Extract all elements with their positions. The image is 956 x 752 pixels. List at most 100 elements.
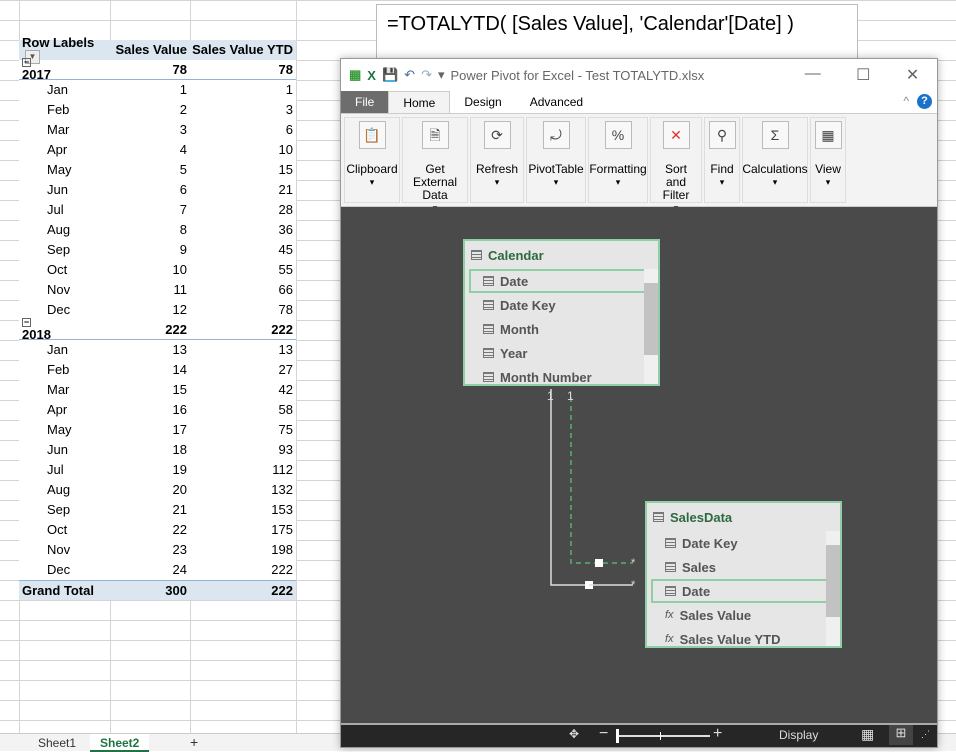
table-header[interactable]: SalesData <box>647 503 840 531</box>
month-row[interactable]: Jun 18 93 <box>19 440 296 460</box>
month-row[interactable]: Sep 9 45 <box>19 240 296 260</box>
month-row[interactable]: Jan 1 1 <box>19 80 296 100</box>
column-icon <box>483 372 494 382</box>
zoom-slider[interactable] <box>616 729 710 743</box>
dropdown-arrow-icon: ▾ <box>825 177 831 187</box>
month-row[interactable]: Mar 3 6 <box>19 120 296 140</box>
scrollbar[interactable] <box>644 269 658 384</box>
fit-to-screen-icon[interactable]: ✥ <box>569 727 579 741</box>
ribbon-button-refresh[interactable]: ⟳ Refresh ▾ <box>470 117 524 203</box>
field-date[interactable]: Date <box>469 269 654 293</box>
table-name: SalesData <box>670 509 733 525</box>
sheet-tab-sheet1[interactable]: Sheet1 <box>28 734 86 752</box>
month-row[interactable]: Oct 10 55 <box>19 260 296 280</box>
row-label: Feb <box>47 102 70 117</box>
ribbon-button-pivottable[interactable]: ⤾ PivotTable ▾ <box>526 117 586 203</box>
field-month-number[interactable]: Month Number <box>465 365 658 385</box>
month-row[interactable]: Mar 15 42 <box>19 380 296 400</box>
month-row[interactable]: Jul 19 112 <box>19 460 296 480</box>
month-row[interactable]: Sep 21 153 <box>19 500 296 520</box>
sales-value-ytd: 153 <box>271 502 293 517</box>
month-row[interactable]: Aug 8 36 <box>19 220 296 240</box>
field-name: Month Number <box>500 369 592 385</box>
scrollbar[interactable] <box>826 531 840 646</box>
zoom-out-button[interactable]: − <box>599 725 608 743</box>
undo-icon[interactable]: ↶ <box>404 67 415 83</box>
status-bar: ✥ − + Display ▦ ⊞ ⋰ <box>341 723 937 747</box>
collapse-ribbon-icon[interactable]: ^ <box>903 94 909 108</box>
field-year[interactable]: Year <box>465 341 658 365</box>
field-sales[interactable]: Sales <box>647 555 840 579</box>
month-row[interactable]: Aug 20 132 <box>19 480 296 500</box>
binoculars-icon: ⚲ <box>708 121 736 149</box>
year-row[interactable]: −2017 78 78 <box>19 57 296 82</box>
tab-home[interactable]: Home <box>388 91 451 113</box>
customize-toolbar-icon[interactable]: ▾ <box>438 67 445 83</box>
diagram-view-icon[interactable]: ⊞ <box>889 725 913 745</box>
year-row[interactable]: −2018 222 222 <box>19 317 296 342</box>
collapse-icon[interactable]: − <box>22 317 31 327</box>
ribbon-label: Clipboard <box>346 162 398 176</box>
month-row[interactable]: Dec 24 222 <box>19 560 296 580</box>
save-icon[interactable]: 💾 <box>382 67 398 83</box>
month-row[interactable]: Nov 23 198 <box>19 540 296 560</box>
field-date-key[interactable]: Date Key <box>465 293 658 317</box>
tab-design[interactable]: Design <box>450 91 515 113</box>
tab-file[interactable]: File <box>341 91 389 113</box>
add-sheet-button[interactable]: + <box>180 734 208 752</box>
salesdata-table[interactable]: SalesData Date Key Sales Date fx Sales Value… <box>645 501 842 648</box>
collapse-icon[interactable]: − <box>22 57 31 67</box>
field-sales-value-ytd[interactable]: fx Sales Value YTD <box>647 627 840 647</box>
table-header[interactable]: Calendar <box>465 241 658 269</box>
ribbon-button-database[interactable]: 🗎Get External Data▾ <box>402 117 468 213</box>
close-icon[interactable]: ✕ <box>906 65 919 85</box>
field-month[interactable]: Month <box>465 317 658 341</box>
month-row[interactable]: Apr 4 10 <box>19 140 296 160</box>
resize-grip-icon[interactable]: ⋰ <box>921 729 930 740</box>
sheet-tab-sheet2[interactable]: Sheet2 <box>90 734 150 752</box>
calendar-table[interactable]: Calendar Date Date Key Month Year Month Numb… <box>463 239 660 386</box>
zoom-in-button[interactable]: + <box>713 725 722 743</box>
relationship-line[interactable] <box>550 389 589 586</box>
pivot-table[interactable]: Row Labels ▼ Sales Value Sales Value YTD … <box>19 35 296 600</box>
month-row[interactable]: May 5 15 <box>19 160 296 180</box>
ribbon-button-binoculars[interactable]: ⚲ Find ▾ <box>704 117 740 203</box>
sales-value: 22 <box>172 522 187 537</box>
redo-icon[interactable]: ↷ <box>421 67 432 83</box>
ribbon-button-percent[interactable]: % Formatting ▾ <box>588 117 648 203</box>
sales-value-ytd: 55 <box>278 262 293 277</box>
field-sales-value[interactable]: fx Sales Value <box>647 603 840 627</box>
month-row[interactable]: Feb 14 27 <box>19 360 296 380</box>
ribbon-button-sigma[interactable]: Σ Calculations ▾ <box>742 117 808 203</box>
sales-value-header: Sales Value <box>115 42 187 57</box>
month-row[interactable]: May 17 75 <box>19 420 296 440</box>
maximize-icon[interactable]: ☐ <box>856 65 870 85</box>
month-row[interactable]: Jul 7 28 <box>19 200 296 220</box>
excel-icon[interactable]: X <box>367 68 376 83</box>
power-pivot-window: ▦ X 💾 ↶ ↷ ▾ Power Pivot for Excel - Test… <box>340 58 938 748</box>
ribbon-button-filter[interactable]: ✕Sort and Filter▾ <box>650 117 702 213</box>
month-row[interactable]: Jun 6 21 <box>19 180 296 200</box>
ribbon-button-grid[interactable]: ▦ View ▾ <box>810 117 846 203</box>
row-label: Jul <box>47 202 64 217</box>
month-row[interactable]: Oct 22 175 <box>19 520 296 540</box>
data-view-icon[interactable]: ▦ <box>861 726 874 743</box>
relationship-line-active[interactable] <box>570 397 633 564</box>
month-row[interactable]: Apr 16 58 <box>19 400 296 420</box>
minimize-icon[interactable]: — <box>805 65 821 85</box>
ribbon-button-clipboard[interactable]: 📋 Clipboard ▾ <box>344 117 400 203</box>
month-row[interactable]: Jan 13 13 <box>19 340 296 360</box>
row-label: Oct <box>47 522 68 537</box>
tab-advanced[interactable]: Advanced <box>516 91 597 113</box>
sales-value: 24 <box>172 562 187 577</box>
grand-total-row[interactable]: Grand Total 300 222 <box>19 580 296 600</box>
month-row[interactable]: Nov 11 66 <box>19 280 296 300</box>
row-label: Jun <box>47 182 68 197</box>
sales-value-ytd: 21 <box>278 182 293 197</box>
percent-icon: % <box>604 121 632 149</box>
field-date[interactable]: Date <box>651 579 836 603</box>
help-icon[interactable]: ? <box>917 94 932 109</box>
field-date-key[interactable]: Date Key <box>647 531 840 555</box>
diagram-view[interactable]: 1 1 * * Calendar Date Date Key Month Year Mo… <box>341 207 937 724</box>
month-row[interactable]: Feb 2 3 <box>19 100 296 120</box>
